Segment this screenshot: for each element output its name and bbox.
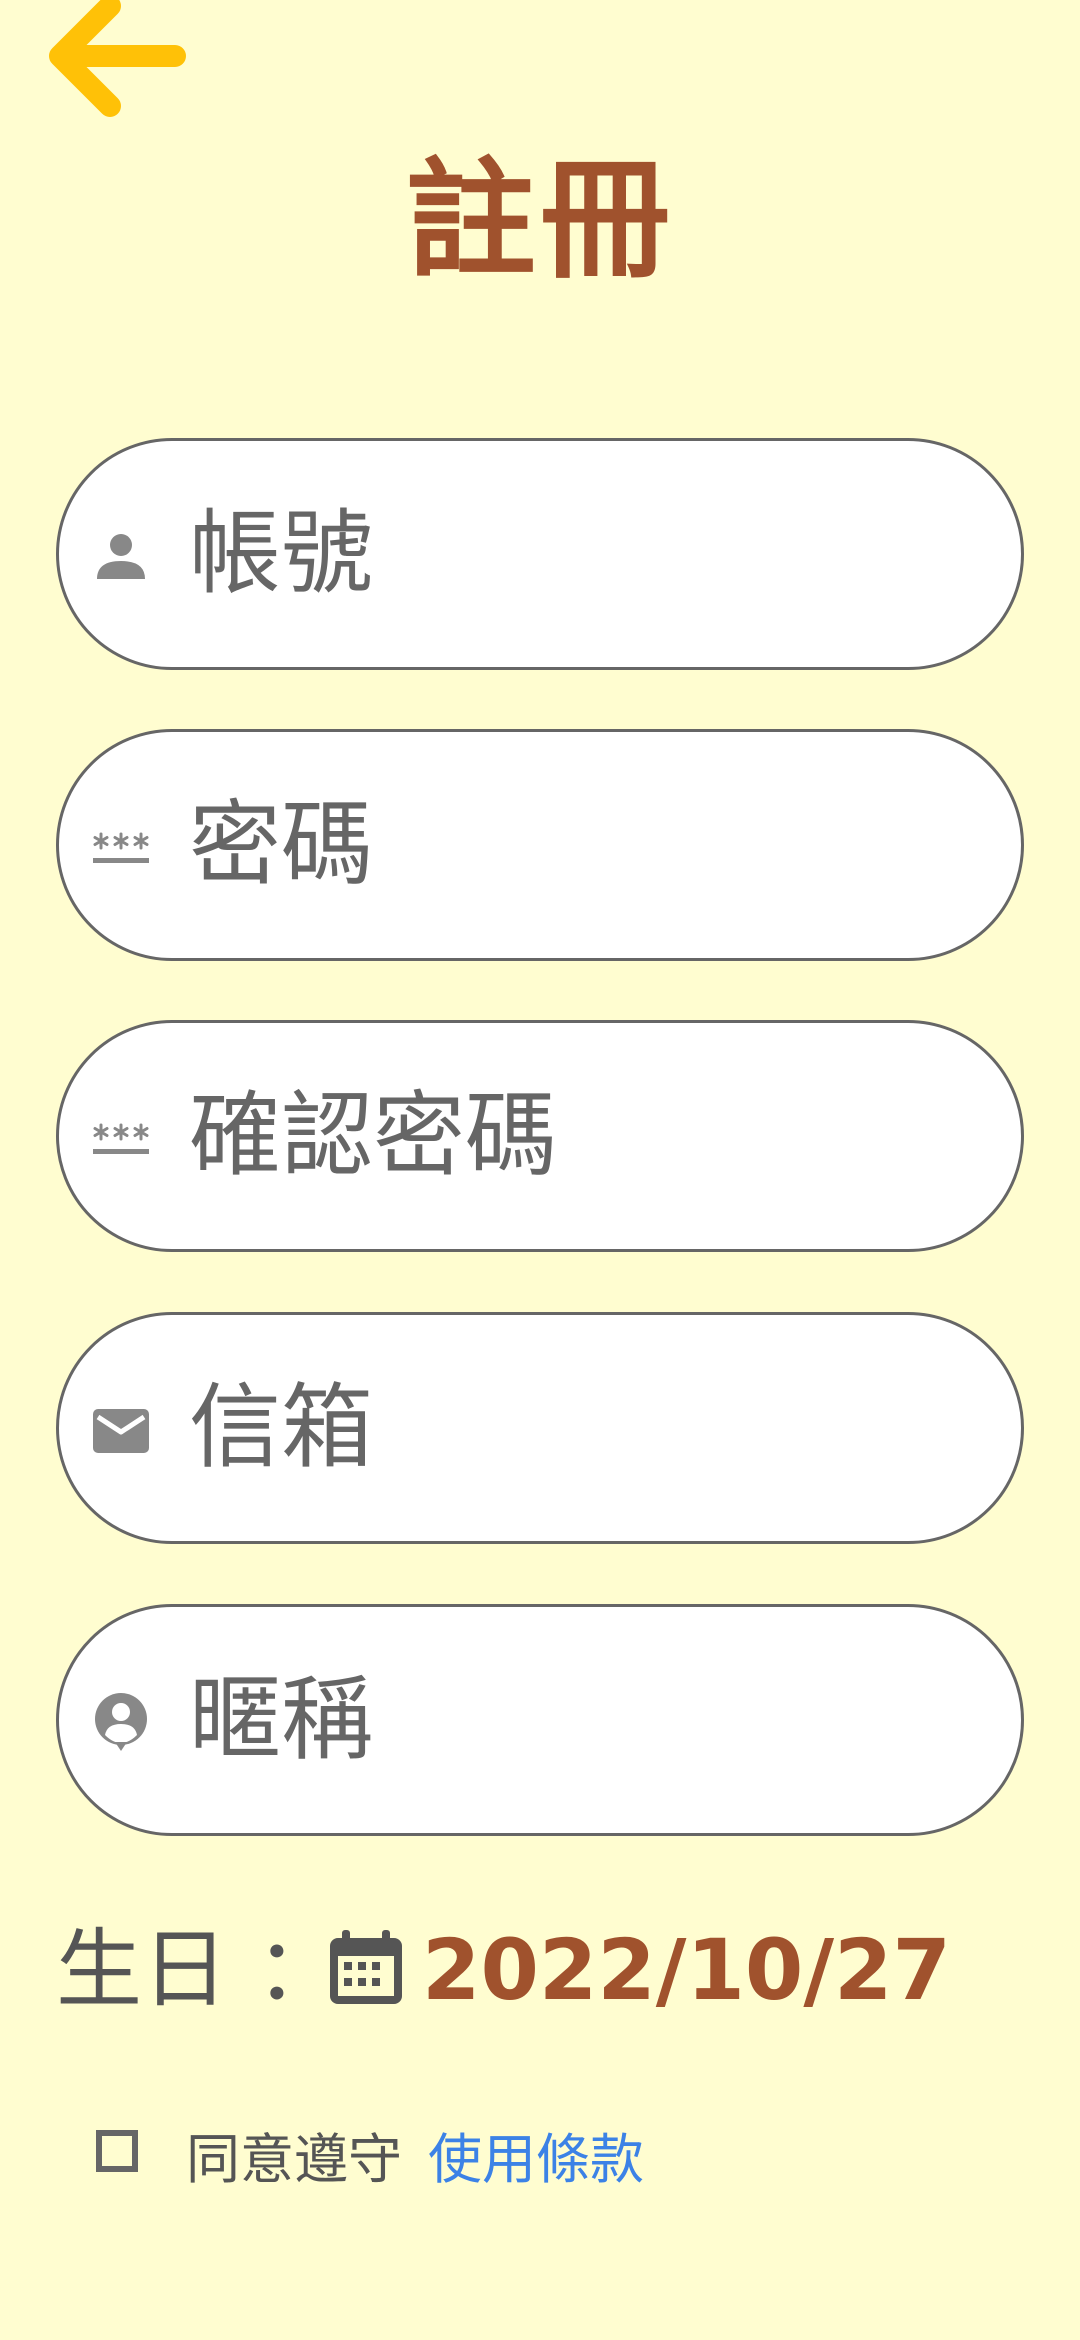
password-placeholder: 密碼 bbox=[189, 791, 374, 898]
birthday-row: 生日 ： 2022/10/27 bbox=[56, 1910, 1024, 2030]
terms-text: 同意遵守 bbox=[186, 2128, 402, 2191]
confirm-password-field[interactable]: 確認密碼 bbox=[56, 1020, 1024, 1252]
birthday-label: 生日 ： bbox=[56, 1920, 342, 2020]
account-field[interactable]: 帳號 bbox=[56, 438, 1024, 670]
arrow-left-icon bbox=[49, 0, 186, 117]
back-button[interactable] bbox=[40, 0, 190, 120]
account-circle-icon bbox=[95, 1693, 147, 1751]
email-field[interactable]: 信箱 bbox=[56, 1312, 1024, 1544]
nickname-placeholder: 暱稱 bbox=[189, 1666, 374, 1773]
calendar-icon[interactable] bbox=[326, 1928, 406, 2008]
person-icon bbox=[97, 534, 145, 579]
password-field[interactable]: 密碼 bbox=[56, 729, 1024, 961]
terms-link[interactable]: 使用條款 bbox=[428, 2120, 644, 2200]
email-placeholder: 信箱 bbox=[189, 1374, 374, 1481]
page-title: 註冊 bbox=[405, 144, 674, 296]
birthday-value[interactable]: 2022/10/27 bbox=[422, 1910, 951, 2030]
terms-checkbox[interactable] bbox=[96, 2130, 138, 2172]
mail-icon bbox=[93, 1409, 149, 1453]
nickname-field[interactable]: 暱稱 bbox=[56, 1604, 1024, 1836]
terms-row: 同意遵守 使用條款 bbox=[90, 2120, 990, 2200]
password-icon bbox=[93, 1123, 149, 1154]
confirm-password-placeholder: 確認密碼 bbox=[189, 1082, 558, 1189]
password-icon bbox=[93, 832, 149, 863]
account-placeholder: 帳號 bbox=[189, 500, 374, 607]
